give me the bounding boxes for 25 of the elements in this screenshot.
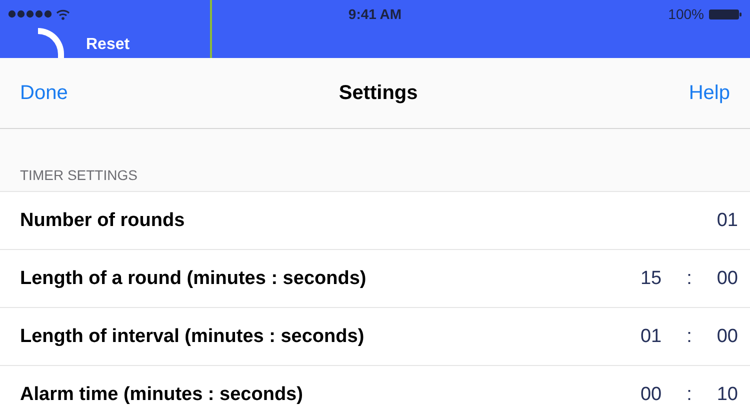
setting-label: Length of a round (minutes : seconds)	[20, 268, 366, 290]
status-time: 9:41 AM	[348, 6, 402, 22]
minutes-value[interactable]: 15	[640, 268, 662, 290]
wifi-icon	[56, 8, 70, 20]
reset-button[interactable]: Reset	[86, 36, 130, 54]
seconds-value[interactable]: 00	[716, 268, 738, 290]
done-button[interactable]: Done	[20, 82, 68, 104]
seconds-value[interactable]: 00	[716, 326, 738, 348]
setting-label: Length of interval (minutes : seconds)	[20, 326, 364, 348]
setting-label: Number of rounds	[20, 210, 185, 232]
setting-value[interactable]: 01	[716, 210, 738, 232]
minutes-value[interactable]: 00	[640, 384, 662, 406]
setting-label: Alarm time (minutes : seconds)	[20, 384, 303, 406]
signal-icon	[8, 10, 52, 18]
time-separator: :	[686, 268, 692, 290]
time-separator: :	[686, 384, 692, 406]
battery-icon	[708, 8, 742, 20]
seconds-value[interactable]: 10	[716, 384, 738, 406]
divider-line	[210, 0, 212, 58]
nav-title: Settings	[338, 82, 418, 104]
minutes-value[interactable]: 01	[640, 326, 662, 348]
help-button[interactable]: Help	[688, 82, 730, 104]
time-separator: :	[686, 326, 692, 348]
battery-percent: 100%	[668, 6, 704, 22]
section-header: TIMER SETTINGS	[0, 129, 750, 192]
